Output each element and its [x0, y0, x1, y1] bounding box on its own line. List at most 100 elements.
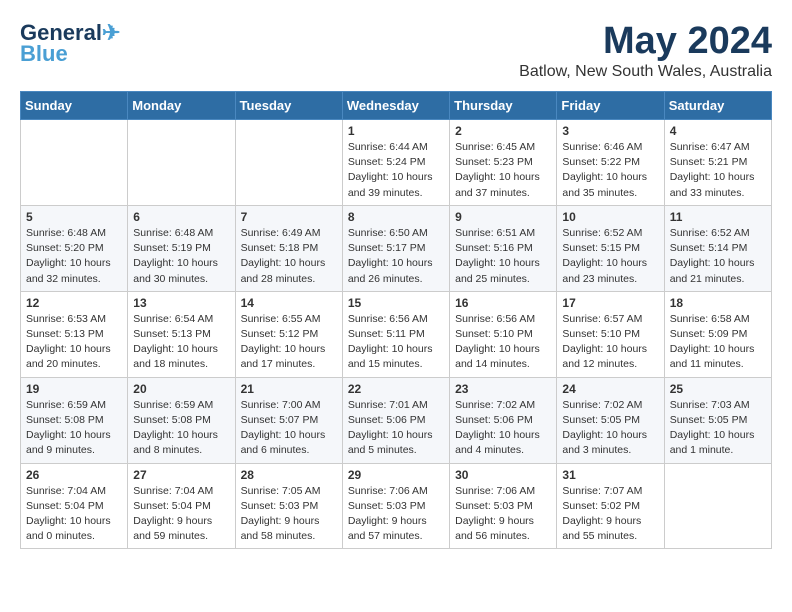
day-info: Sunrise: 7:05 AM Sunset: 5:03 PM Dayligh…: [241, 484, 337, 545]
page-header: General✈ Blue May 2024 Batlow, New South…: [20, 20, 772, 81]
calendar-cell: 30Sunrise: 7:06 AM Sunset: 5:03 PM Dayli…: [450, 463, 557, 549]
calendar-cell: 14 Sunrise: 6:55 AM Sunset: 5:12 PM Dayli…: [235, 291, 342, 377]
calendar-cell: 27 Sunrise: 7:04 AM Sunset: 5:04 PM Dayli…: [128, 463, 235, 549]
day-info: Sunrise: 7:07 AM Sunset: 5:02 PM Dayligh…: [562, 484, 658, 545]
day-number: 8: [348, 210, 444, 224]
calendar-cell: 12 Sunrise: 6:53 AM Sunset: 5:13 PM Dayli…: [21, 291, 128, 377]
day-info: Sunrise: 7:02 AM Sunset: 5:05 PM Dayligh…: [562, 398, 658, 459]
weekday-header-cell: Sunday: [21, 92, 128, 120]
day-info: Sunrise: 6:59 AM Sunset: 5:08 PM Dayligh…: [133, 398, 229, 459]
weekday-header-cell: Thursday: [450, 92, 557, 120]
weekday-header-row: SundayMondayTuesdayWednesdayThursdayFrid…: [21, 92, 772, 120]
day-number: 13: [133, 296, 229, 310]
day-number: 4: [670, 124, 766, 138]
day-info: Sunrise: 6:56 AM Sunset: 5:10 PM Dayligh…: [455, 312, 551, 373]
calendar-cell: 13 Sunrise: 6:54 AM Sunset: 5:13 PM Dayli…: [128, 291, 235, 377]
day-number: 20: [133, 382, 229, 396]
calendar-cell: 17 Sunrise: 6:57 AM Sunset: 5:10 PM Dayli…: [557, 291, 664, 377]
day-info: Sunrise: 6:53 AM Sunset: 5:13 PM Dayligh…: [26, 312, 122, 373]
day-info: Sunrise: 6:56 AM Sunset: 5:11 PM Dayligh…: [348, 312, 444, 373]
calendar-cell: 5 Sunrise: 6:48 AM Sunset: 5:20 PM Daylig…: [21, 205, 128, 291]
calendar-week-row: 1 Sunrise: 6:44 AM Sunset: 5:24 PM Daylig…: [21, 120, 772, 206]
day-number: 5: [26, 210, 122, 224]
day-number: 22: [348, 382, 444, 396]
calendar-cell: 4 Sunrise: 6:47 AM Sunset: 5:21 PM Daylig…: [664, 120, 771, 206]
day-number: 25: [670, 382, 766, 396]
calendar-cell: 2Sunrise: 6:45 AM Sunset: 5:23 PM Daylig…: [450, 120, 557, 206]
day-info: Sunrise: 6:58 AM Sunset: 5:09 PM Dayligh…: [670, 312, 766, 373]
calendar-cell: 10 Sunrise: 6:52 AM Sunset: 5:15 PM Dayli…: [557, 205, 664, 291]
weekday-header-cell: Monday: [128, 92, 235, 120]
day-number: 12: [26, 296, 122, 310]
day-number: 18: [670, 296, 766, 310]
calendar-cell: 6 Sunrise: 6:48 AM Sunset: 5:19 PM Daylig…: [128, 205, 235, 291]
day-number: 10: [562, 210, 658, 224]
day-number: 21: [241, 382, 337, 396]
calendar-cell: [128, 120, 235, 206]
day-info: Sunrise: 7:04 AM Sunset: 5:04 PM Dayligh…: [133, 484, 229, 545]
day-number: 19: [26, 382, 122, 396]
day-number: 28: [241, 468, 337, 482]
calendar-table: SundayMondayTuesdayWednesdayThursdayFrid…: [20, 91, 772, 549]
calendar-cell: 19 Sunrise: 6:59 AM Sunset: 5:08 PM Dayli…: [21, 377, 128, 463]
calendar-week-row: 26 Sunrise: 7:04 AM Sunset: 5:04 PM Dayli…: [21, 463, 772, 549]
day-info: Sunrise: 6:55 AM Sunset: 5:12 PM Dayligh…: [241, 312, 337, 373]
day-number: 14: [241, 296, 337, 310]
day-info: Sunrise: 6:48 AM Sunset: 5:19 PM Dayligh…: [133, 226, 229, 287]
day-number: 15: [348, 296, 444, 310]
calendar-cell: [664, 463, 771, 549]
logo-blue: Blue: [20, 44, 68, 64]
day-number: 1: [348, 124, 444, 138]
day-number: 31: [562, 468, 658, 482]
calendar-cell: 20 Sunrise: 6:59 AM Sunset: 5:08 PM Dayli…: [128, 377, 235, 463]
day-info: Sunrise: 7:03 AM Sunset: 5:05 PM Dayligh…: [670, 398, 766, 459]
day-info: Sunrise: 6:54 AM Sunset: 5:13 PM Dayligh…: [133, 312, 229, 373]
calendar-cell: 8 Sunrise: 6:50 AM Sunset: 5:17 PM Daylig…: [342, 205, 449, 291]
day-info: Sunrise: 6:51 AM Sunset: 5:16 PM Dayligh…: [455, 226, 551, 287]
calendar-cell: 24 Sunrise: 7:02 AM Sunset: 5:05 PM Dayli…: [557, 377, 664, 463]
day-info: Sunrise: 7:06 AM Sunset: 5:03 PM Dayligh…: [348, 484, 444, 545]
calendar-cell: 16 Sunrise: 6:56 AM Sunset: 5:10 PM Dayli…: [450, 291, 557, 377]
calendar-cell: [21, 120, 128, 206]
day-info: Sunrise: 6:47 AM Sunset: 5:21 PM Dayligh…: [670, 140, 766, 201]
logo: General✈ Blue: [20, 20, 120, 64]
title-block: May 2024 Batlow, New South Wales, Austra…: [519, 20, 772, 81]
day-number: 9: [455, 210, 551, 224]
day-number: 7: [241, 210, 337, 224]
day-info: Sunrise: 6:46 AM Sunset: 5:22 PM Dayligh…: [562, 140, 658, 201]
day-info: Sunrise: 6:45 AM Sunset: 5:23 PM Dayligh…: [455, 140, 551, 201]
day-info: Sunrise: 6:59 AM Sunset: 5:08 PM Dayligh…: [26, 398, 122, 459]
day-info: Sunrise: 6:49 AM Sunset: 5:18 PM Dayligh…: [241, 226, 337, 287]
day-number: 24: [562, 382, 658, 396]
day-number: 16: [455, 296, 551, 310]
day-info: Sunrise: 6:57 AM Sunset: 5:10 PM Dayligh…: [562, 312, 658, 373]
calendar-week-row: 5 Sunrise: 6:48 AM Sunset: 5:20 PM Daylig…: [21, 205, 772, 291]
month-title: May 2024: [519, 20, 772, 63]
calendar-cell: 9 Sunrise: 6:51 AM Sunset: 5:16 PM Daylig…: [450, 205, 557, 291]
day-info: Sunrise: 6:48 AM Sunset: 5:20 PM Dayligh…: [26, 226, 122, 287]
day-info: Sunrise: 6:50 AM Sunset: 5:17 PM Dayligh…: [348, 226, 444, 287]
day-info: Sunrise: 6:52 AM Sunset: 5:14 PM Dayligh…: [670, 226, 766, 287]
day-info: Sunrise: 7:01 AM Sunset: 5:06 PM Dayligh…: [348, 398, 444, 459]
day-number: 6: [133, 210, 229, 224]
day-number: 17: [562, 296, 658, 310]
calendar-cell: 31 Sunrise: 7:07 AM Sunset: 5:02 PM Dayli…: [557, 463, 664, 549]
day-info: Sunrise: 6:44 AM Sunset: 5:24 PM Dayligh…: [348, 140, 444, 201]
calendar-week-row: 19 Sunrise: 6:59 AM Sunset: 5:08 PM Dayli…: [21, 377, 772, 463]
weekday-header-cell: Friday: [557, 92, 664, 120]
calendar-cell: 29Sunrise: 7:06 AM Sunset: 5:03 PM Dayli…: [342, 463, 449, 549]
day-info: Sunrise: 7:00 AM Sunset: 5:07 PM Dayligh…: [241, 398, 337, 459]
day-number: 11: [670, 210, 766, 224]
day-info: Sunrise: 7:06 AM Sunset: 5:03 PM Dayligh…: [455, 484, 551, 545]
calendar-cell: 7 Sunrise: 6:49 AM Sunset: 5:18 PM Daylig…: [235, 205, 342, 291]
calendar-cell: 25 Sunrise: 7:03 AM Sunset: 5:05 PM Dayli…: [664, 377, 771, 463]
day-number: 3: [562, 124, 658, 138]
calendar-cell: 26 Sunrise: 7:04 AM Sunset: 5:04 PM Dayli…: [21, 463, 128, 549]
weekday-header-cell: Wednesday: [342, 92, 449, 120]
calendar-cell: 11 Sunrise: 6:52 AM Sunset: 5:14 PM Dayli…: [664, 205, 771, 291]
day-info: Sunrise: 7:04 AM Sunset: 5:04 PM Dayligh…: [26, 484, 122, 545]
calendar-cell: 18 Sunrise: 6:58 AM Sunset: 5:09 PM Dayli…: [664, 291, 771, 377]
day-number: 27: [133, 468, 229, 482]
day-number: 26: [26, 468, 122, 482]
day-info: Sunrise: 6:52 AM Sunset: 5:15 PM Dayligh…: [562, 226, 658, 287]
